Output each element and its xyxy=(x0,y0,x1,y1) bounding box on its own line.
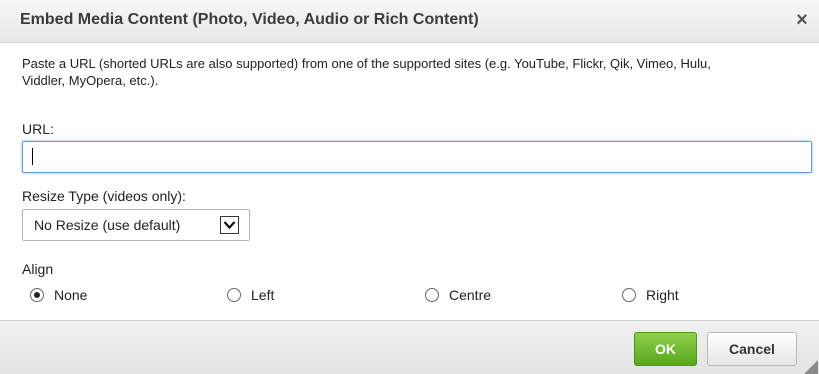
cancel-button[interactable]: Cancel xyxy=(707,332,797,366)
align-label: Align xyxy=(22,261,54,277)
align-right-label[interactable]: Right xyxy=(646,287,679,303)
resize-type-label: Resize Type (videos only): xyxy=(22,188,186,204)
align-none-radio[interactable] xyxy=(30,288,44,302)
chevron-down-icon[interactable] xyxy=(220,216,239,234)
align-right-radio[interactable] xyxy=(622,288,636,302)
align-left-label[interactable]: Left xyxy=(251,287,274,303)
align-centre-label[interactable]: Centre xyxy=(449,287,491,303)
dialog-footer: OK Cancel xyxy=(0,320,819,374)
align-centre-radio[interactable] xyxy=(425,288,439,302)
close-icon[interactable]: × xyxy=(791,9,813,31)
url-label: URL: xyxy=(22,121,54,137)
dialog-title: Embed Media Content (Photo, Video, Audio… xyxy=(20,11,479,28)
text-cursor xyxy=(32,148,33,165)
embed-media-dialog: Embed Media Content (Photo, Video, Audio… xyxy=(0,0,819,374)
resize-type-value: No Resize (use default) xyxy=(34,217,181,233)
resize-grip-icon[interactable] xyxy=(804,360,818,374)
url-input[interactable] xyxy=(22,141,812,173)
dialog-titlebar[interactable]: Embed Media Content (Photo, Video, Audio… xyxy=(0,0,819,43)
instructions-text: Paste a URL (shorted URLs are also suppo… xyxy=(22,56,711,88)
ok-button[interactable]: OK xyxy=(634,332,697,366)
resize-type-select[interactable]: No Resize (use default) xyxy=(22,209,250,241)
align-left-radio[interactable] xyxy=(227,288,241,302)
radio-selected-dot xyxy=(34,292,40,298)
align-none-label[interactable]: None xyxy=(54,287,87,303)
